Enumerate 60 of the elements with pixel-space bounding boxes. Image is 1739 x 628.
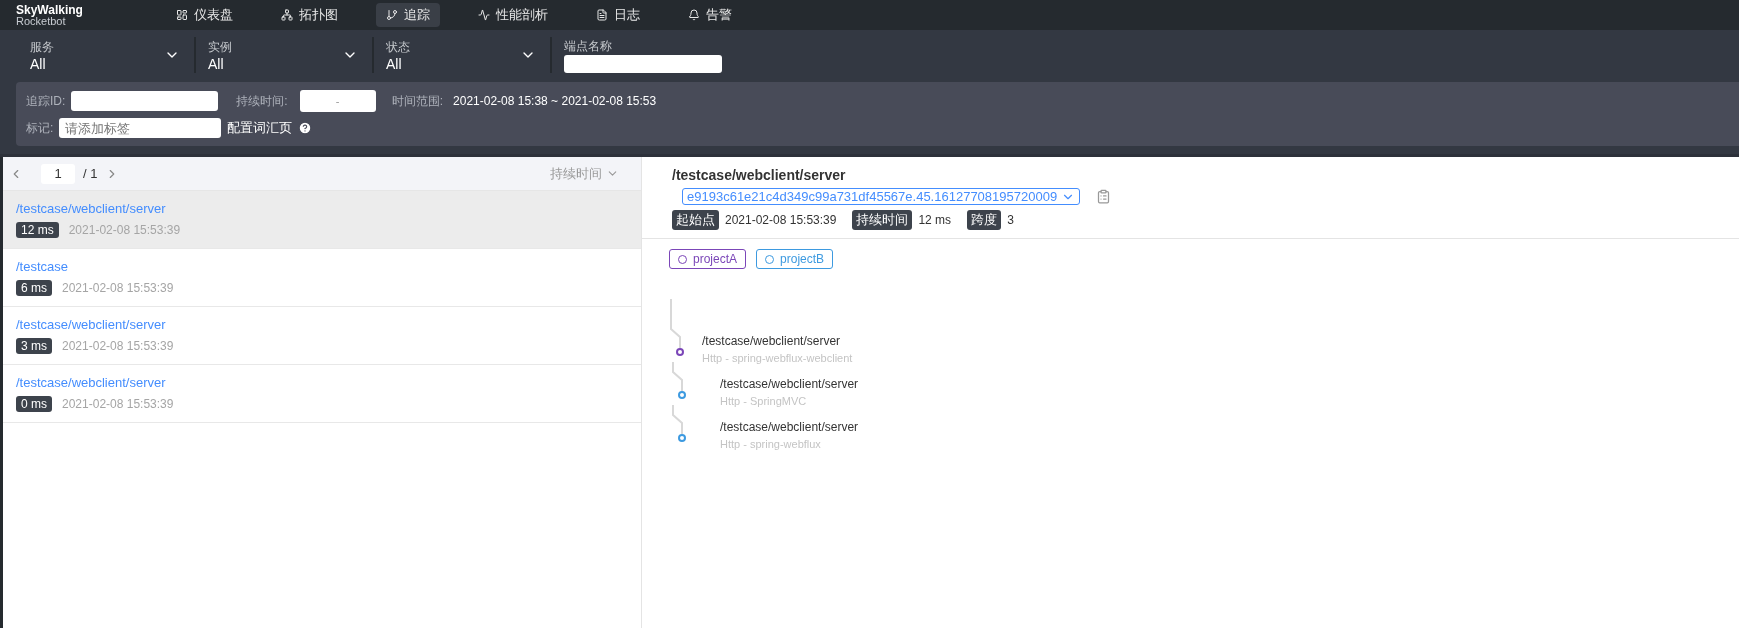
nav-icon [478, 9, 490, 21]
trace-time: 2021-02-08 15:53:39 [62, 281, 174, 295]
service-chip[interactable]: projectA [669, 249, 747, 269]
tags-field[interactable]: 请添加标签 [59, 118, 222, 138]
nav-tab[interactable]: 告警 [678, 3, 742, 27]
connector-line [670, 298, 681, 349]
endpoint-field[interactable] [564, 54, 722, 73]
trace-id-field[interactable] [71, 91, 219, 111]
brand-name: SkyWalking [16, 3, 84, 16]
nav-tab[interactable]: 日志 [586, 3, 650, 27]
field-label: 时间范围: [391, 92, 444, 110]
trace-time: 2021-02-08 15:53:39 [68, 223, 181, 237]
field-label: 持续时间: [236, 92, 288, 110]
time-range-value[interactable]: 2021-02-08 15:38 ~ 2021-02-08 15:53 [453, 94, 657, 108]
nav-icon [596, 9, 608, 21]
clipboard-icon[interactable] [1096, 189, 1112, 204]
nav-tab[interactable]: 拓扑图 [271, 3, 348, 27]
stat-value: 12 ms [918, 213, 952, 227]
help-icon[interactable] [298, 121, 313, 135]
stat-value: 3 [1007, 213, 1014, 227]
filter-label: 服务 [30, 38, 54, 56]
span-component: Http - spring-webflux-webclient [702, 352, 853, 364]
page-field[interactable]: 1 [41, 163, 75, 184]
field-label: 标记: [26, 119, 54, 137]
duration-badge: 6 ms [16, 280, 52, 296]
filter-value[interactable]: All [208, 55, 232, 72]
duration-badge: 12 ms [16, 222, 59, 238]
span-endpoint[interactable]: /testcase/webclient/server [720, 377, 859, 391]
filter-label: 状态 [386, 38, 410, 56]
nav-icon [386, 9, 398, 21]
nav-icon [176, 9, 188, 21]
field-label: 追踪ID: [26, 92, 66, 110]
filter-value[interactable]: All [30, 55, 54, 72]
filter-label: 端点名称 [564, 37, 613, 55]
nav-tab[interactable]: 仪表盘 [166, 3, 243, 27]
nav-tab[interactable]: 追踪 [376, 3, 440, 27]
stat-label: 跨度 [967, 210, 1002, 230]
nav-tab[interactable]: 性能剖析 [468, 3, 558, 27]
brand-subtitle: Rocketbot [16, 15, 66, 27]
span-component: Http - spring-webflux [720, 438, 822, 450]
trace-row[interactable]: /testcase/webclient/server 12 ms 2021-02-08 15:53:39 [3, 191, 641, 249]
filter-label: 实例 [208, 38, 232, 56]
stat-value: 2021-02-08 15:53:39 [725, 213, 837, 227]
span-component: Http - SpringMVC [720, 395, 808, 407]
span-endpoint[interactable]: /testcase/webclient/server [720, 420, 859, 434]
connector-line [672, 361, 683, 392]
nav-icon [688, 9, 700, 21]
nav-icon [281, 9, 293, 21]
span-endpoint[interactable]: /testcase/webclient/server [702, 334, 853, 348]
trace-title: /testcase/webclient/server [672, 167, 847, 183]
duration-badge: 0 ms [16, 396, 52, 412]
stat-label: 持续时间 [852, 210, 913, 230]
filter-value[interactable]: All [386, 55, 410, 72]
tags-config-link[interactable]: 配置词汇页 [227, 119, 293, 137]
trace-time: 2021-02-08 15:53:39 [62, 397, 174, 411]
duration-badge: 3 ms [16, 338, 52, 354]
trace-time: 2021-02-08 15:53:39 [62, 339, 174, 353]
page-total: / 1 [83, 166, 98, 181]
stat-label: 起始点 [672, 210, 719, 230]
connector-line [672, 404, 683, 435]
